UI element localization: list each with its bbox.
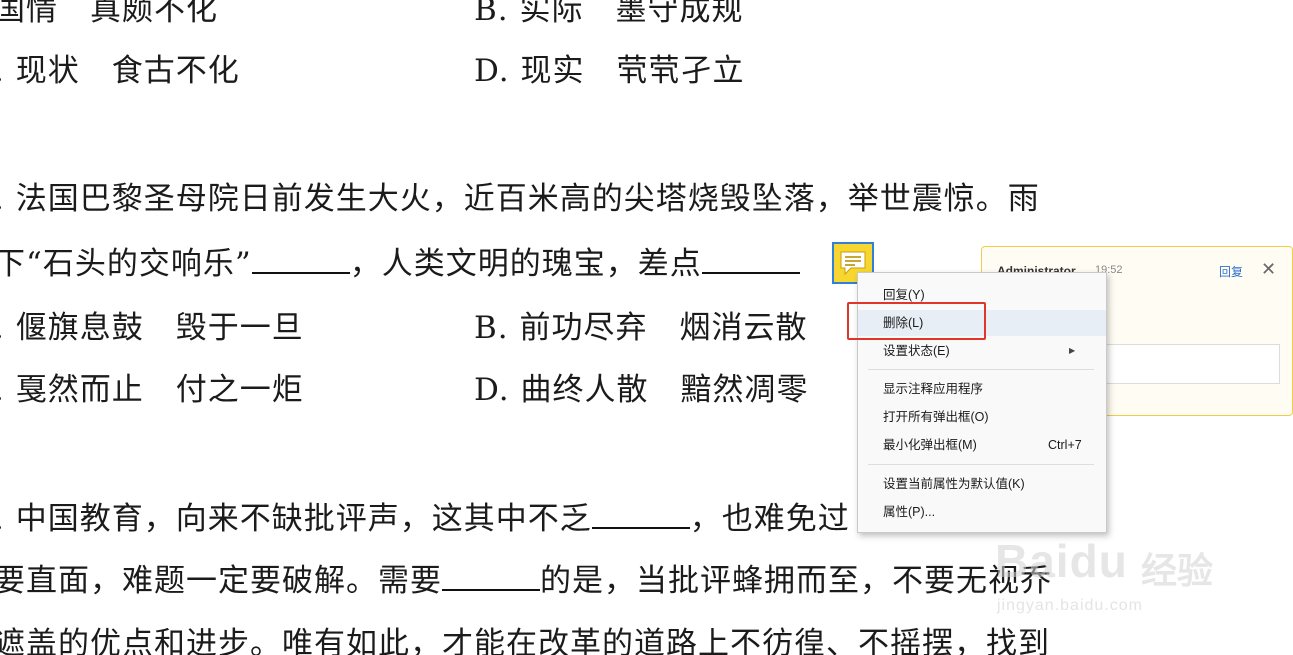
menu-item-shortcut: Ctrl+7 — [1048, 438, 1082, 452]
pdf-page: 国情 真颇不化 B. 实际 墨守成规 . 现状 食古不化 D. 现实 茕茕孑立 … — [0, 0, 1293, 655]
question-2-line-2-b: ，人类文明的瑰宝，差点 — [349, 246, 702, 282]
watermark-brand-du: du — [1069, 535, 1128, 587]
close-icon[interactable]: ✕ — [1261, 259, 1276, 280]
answer-blank — [442, 565, 540, 591]
answer-blank — [701, 248, 800, 274]
menu-item-label: 显示注释应用程序 — [883, 382, 984, 396]
reply-link[interactable]: 回复 — [1219, 263, 1243, 280]
delete-highlight-box — [847, 302, 986, 340]
question-2-text: . 法国巴黎圣母院日前发生大火，近百米高的尖塔烧毁坠落，举世震惊。雨 — [0, 181, 1040, 217]
menu-item-minimize-popups[interactable]: 最小化弹出框(M) Ctrl+7 — [858, 432, 1106, 458]
question-3-line-1: . 中国教育，向来不缺批评声，这其中不乏 ，也难免过 — [0, 493, 850, 538]
menu-item-label: 最小化弹出框(M) — [883, 438, 977, 452]
menu-separator — [868, 464, 1094, 465]
question-3-line-2-a: 要直面，难题一定要破解。需要 — [0, 563, 442, 599]
watermark-brand-cn: 经验 — [1141, 550, 1214, 591]
option-c: . 戛然而止 付之一炬 — [0, 372, 304, 408]
menu-item-open-all-popups[interactable]: 打开所有弹出框(O) — [858, 404, 1106, 430]
question-3-line-2: 要直面，难题一定要破解。需要 的是，当批评蜂拥而至，不要无视乔 — [0, 555, 1052, 600]
menu-item-label: 打开所有弹出框(O) — [883, 410, 989, 424]
menu-separator — [868, 369, 1094, 370]
question-3-line-1-b: ，也难免过 — [689, 501, 850, 537]
menu-item-label: 设置当前属性为默认值(K) — [883, 477, 1025, 491]
doc-line-1-left: 国情 真颇不化 — [0, 0, 218, 28]
question-3-line-1-a: . 中国教育，向来不缺批评声，这其中不乏 — [0, 501, 592, 537]
watermark-site: jingyan.baidu.com — [997, 597, 1143, 614]
question-3-line-2-b: 的是，当批评蜂拥而至，不要无视乔 — [540, 563, 1052, 599]
answer-blank — [251, 248, 350, 274]
watermark-brand: Baidu — [995, 534, 1128, 588]
doc-line-1-right: B. 实际 墨守成规 — [474, 0, 744, 28]
option-a: . 偃旗息鼓 毁于一旦 — [0, 310, 304, 346]
menu-item-label: 设置状态(E) — [883, 344, 950, 358]
question-2-line-2: 下“石头的交响乐” ，人类文明的瑰宝，差点 — [0, 238, 800, 283]
answer-blank — [591, 503, 690, 529]
option-b: B. 前功尽弃 烟消云散 — [474, 310, 808, 346]
comment-text-field[interactable] — [1094, 344, 1280, 384]
doc-line-2-left: . 现状 食古不化 — [0, 53, 240, 89]
submenu-arrow-icon: ▶ — [1069, 346, 1076, 355]
question-3-line-3: 遮盖的优点和进步。唯有如此，才能在改革的道路上不彷徨、不摇摆，找到 — [0, 626, 1050, 655]
menu-item-set-default-properties[interactable]: 设置当前属性为默认值(K) — [858, 471, 1106, 497]
question-2-line-2-a: 下“石头的交响乐” — [0, 246, 252, 282]
menu-item-set-status[interactable]: 设置状态(E) ▶ — [858, 338, 1106, 364]
menu-item-label: 属性(P)... — [883, 505, 936, 519]
baidu-jingyan-watermark: Baidu 经验 jingyan.baidu.com — [995, 520, 1285, 620]
watermark-brand-bai: Bai — [995, 535, 1070, 587]
option-d: D. 曲终人散 黯然凋零 — [474, 372, 809, 408]
menu-item-show-annotation-app[interactable]: 显示注释应用程序 — [858, 376, 1106, 402]
doc-line-2-right: D. 现实 茕茕孑立 — [474, 53, 745, 89]
